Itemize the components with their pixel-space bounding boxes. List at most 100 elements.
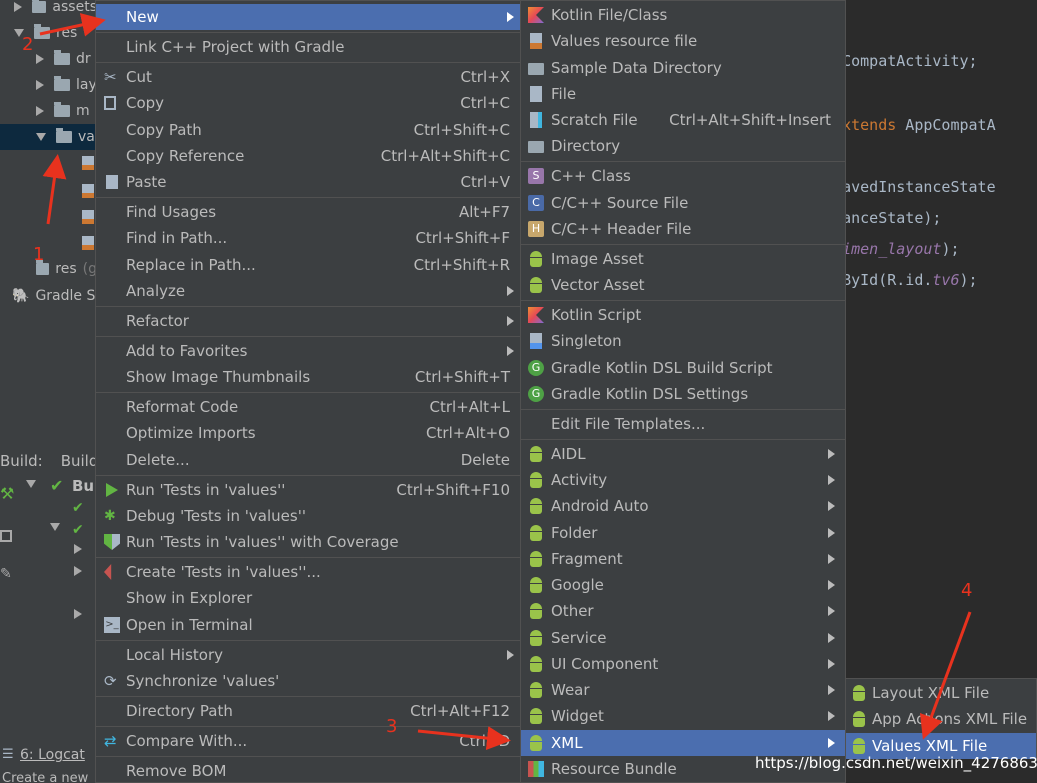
expand-arrow-icon[interactable]: [74, 609, 82, 619]
tree-row-assets[interactable]: assets: [0, 0, 97, 20]
collapse-arrow-icon[interactable]: [50, 523, 60, 531]
submenu-item-service[interactable]: Service: [521, 625, 845, 651]
submenu-item-edit-file-templates[interactable]: Edit File Templates...: [521, 411, 845, 437]
menu-item-delete[interactable]: Delete... Delete: [96, 447, 520, 473]
folder-icon: [34, 24, 50, 39]
submenu-item-cpp-class[interactable]: S C++ Class: [521, 163, 845, 189]
gradle-icon: G: [528, 360, 544, 376]
menu-item-reformat-code[interactable]: Reformat Code Ctrl+Alt+L: [96, 394, 520, 420]
expand-arrow-icon[interactable]: [36, 106, 44, 116]
menu-item-show-in-explorer[interactable]: Show in Explorer: [96, 585, 520, 611]
submenu-item-scratch-file[interactable]: Scratch File Ctrl+Alt+Shift+Insert: [521, 107, 845, 133]
submenu-item-singleton[interactable]: Singleton: [521, 328, 845, 354]
submenu-item-widget[interactable]: Widget: [521, 703, 845, 729]
expand-arrow-icon[interactable]: [14, 2, 22, 12]
submenu-item-xml[interactable]: XML: [521, 730, 845, 756]
menu-item-cut[interactable]: ✂ Cut Ctrl+X: [96, 64, 520, 90]
expand-arrow-icon[interactable]: [36, 80, 44, 90]
menu-item-copy[interactable]: Copy Ctrl+C: [96, 90, 520, 116]
menu-item-local-history[interactable]: Local History: [96, 642, 520, 668]
submenu-item-folder[interactable]: Folder: [521, 520, 845, 546]
hammer-icon[interactable]: ⚒: [0, 484, 14, 503]
coverage-icon: [104, 534, 120, 550]
xml-item-layout-xml-file[interactable]: Layout XML File: [846, 680, 1036, 706]
xml-submenu: Layout XML File App Actions XML File Val…: [845, 678, 1037, 759]
xml-file-icon[interactable]: [82, 156, 94, 170]
menu-item-refactor[interactable]: Refactor: [96, 308, 520, 334]
submenu-item-values-resource-file[interactable]: Values resource file: [521, 28, 845, 54]
menu-item-replace-in-path[interactable]: Replace in Path... Ctrl+Shift+R: [96, 252, 520, 278]
submenu-item-kotlin-script[interactable]: Kotlin Script: [521, 302, 845, 328]
menu-item-run-tests[interactable]: Run 'Tests in 'values'' Ctrl+Shift+F10: [96, 477, 520, 503]
android-icon: [528, 525, 544, 541]
menu-item-show-image-thumbnails[interactable]: Show Image Thumbnails Ctrl+Shift+T: [96, 364, 520, 390]
expand-arrow-icon[interactable]: [74, 566, 82, 576]
xml-item-app-actions-xml-file[interactable]: App Actions XML File: [846, 706, 1036, 732]
submenu-item-ui-component[interactable]: UI Component: [521, 651, 845, 677]
submenu-item-sample-data-directory[interactable]: Sample Data Directory: [521, 55, 845, 81]
submenu-item-wear[interactable]: Wear: [521, 677, 845, 703]
submenu-item-android-auto[interactable]: Android Auto: [521, 493, 845, 519]
menu-item-find-usages[interactable]: Find Usages Alt+F7: [96, 199, 520, 225]
collapse-arrow-icon[interactable]: [26, 480, 36, 488]
tree-row-mipmap[interactable]: m: [0, 98, 97, 124]
menu-item-optimize-imports[interactable]: Optimize Imports Ctrl+Alt+O: [96, 420, 520, 446]
menu-item-open-in-terminal[interactable]: >_ Open in Terminal: [96, 612, 520, 638]
submenu-item-fragment[interactable]: Fragment: [521, 546, 845, 572]
tree-row-layout[interactable]: lay: [0, 72, 97, 98]
annotation-number-2: 2: [22, 34, 34, 55]
tree-row-gradle-scripts[interactable]: 🐘 Gradle S: [0, 283, 97, 309]
submenu-item-file[interactable]: File: [521, 81, 845, 107]
menu-item-run-with-coverage[interactable]: Run 'Tests in 'values'' with Coverage: [96, 529, 520, 555]
submenu-item-aidl[interactable]: AIDL: [521, 441, 845, 467]
xml-file-icon[interactable]: [82, 236, 94, 250]
android-icon: [528, 630, 544, 646]
menu-item-new[interactable]: New: [96, 4, 520, 30]
android-icon: [528, 577, 544, 593]
submenu-item-cpp-source[interactable]: C C/C++ Source File: [521, 190, 845, 216]
menu-item-synchronize[interactable]: ⟳ Synchronize 'values': [96, 668, 520, 694]
submenu-item-gradle-settings[interactable]: G Gradle Kotlin DSL Settings: [521, 381, 845, 407]
logcat-tab[interactable]: 6: Logcat: [20, 747, 85, 763]
menu-item-directory-path[interactable]: Directory Path Ctrl+Alt+F12: [96, 698, 520, 724]
menu-item-copy-path[interactable]: Copy Path Ctrl+Shift+C: [96, 117, 520, 143]
menu-item-copy-reference[interactable]: Copy Reference Ctrl+Alt+Shift+C: [96, 143, 520, 169]
menu-separator: [96, 392, 520, 393]
submenu-item-vector-asset[interactable]: Vector Asset: [521, 272, 845, 298]
tree-row-drawable[interactable]: dr: [0, 46, 97, 72]
android-icon: [528, 603, 544, 619]
menu-item-remove-bom[interactable]: Remove BOM: [96, 758, 520, 783]
submenu-item-directory[interactable]: Directory: [521, 133, 845, 159]
build-tab[interactable]: Build: [61, 452, 99, 470]
tree-row-values[interactable]: va: [0, 124, 97, 150]
menu-item-create-tests[interactable]: Create 'Tests in 'values''...: [96, 559, 520, 585]
submenu-item-cpp-header[interactable]: H C/C++ Header File: [521, 216, 845, 242]
submenu-item-activity[interactable]: Activity: [521, 467, 845, 493]
code-editor[interactable]: AppCompatActivity; o extends AppCompatA …: [845, 0, 1037, 440]
collapse-arrow-icon[interactable]: [36, 133, 46, 141]
menu-item-debug-tests[interactable]: ✱ Debug 'Tests in 'values'': [96, 503, 520, 529]
resource-bundle-icon: [528, 761, 544, 777]
menu-item-paste[interactable]: Paste Ctrl+V: [96, 169, 520, 195]
xml-file-icon[interactable]: [82, 184, 94, 198]
menu-item-analyze[interactable]: Analyze: [96, 278, 520, 304]
tree-row-res[interactable]: res: [0, 20, 97, 46]
pin-icon[interactable]: ✎: [0, 566, 12, 582]
menu-item-compare-with[interactable]: ⇄ Compare With... Ctrl+D: [96, 728, 520, 754]
menu-item-find-in-path[interactable]: Find in Path... Ctrl+Shift+F: [96, 225, 520, 251]
menu-item-add-to-favorites[interactable]: Add to Favorites: [96, 338, 520, 364]
submenu-item-google[interactable]: Google: [521, 572, 845, 598]
xml-file-icon[interactable]: [82, 210, 94, 224]
menu-item-link-cpp[interactable]: Link C++ Project with Gradle: [96, 34, 520, 60]
paste-icon: [106, 175, 118, 189]
submenu-item-gradle-build-script[interactable]: G Gradle Kotlin DSL Build Script: [521, 355, 845, 381]
expand-arrow-icon[interactable]: [36, 54, 44, 64]
tree-row-res-gradle[interactable]: res (g: [0, 256, 97, 282]
submenu-item-other[interactable]: Other: [521, 598, 845, 624]
layout-icon[interactable]: [0, 530, 12, 542]
expand-arrow-icon[interactable]: [74, 544, 82, 554]
submenu-item-kotlin-file[interactable]: Kotlin File/Class: [521, 2, 845, 28]
cpp-source-icon: C: [528, 195, 544, 211]
submenu-item-image-asset[interactable]: Image Asset: [521, 246, 845, 272]
menu-separator: [96, 306, 520, 307]
